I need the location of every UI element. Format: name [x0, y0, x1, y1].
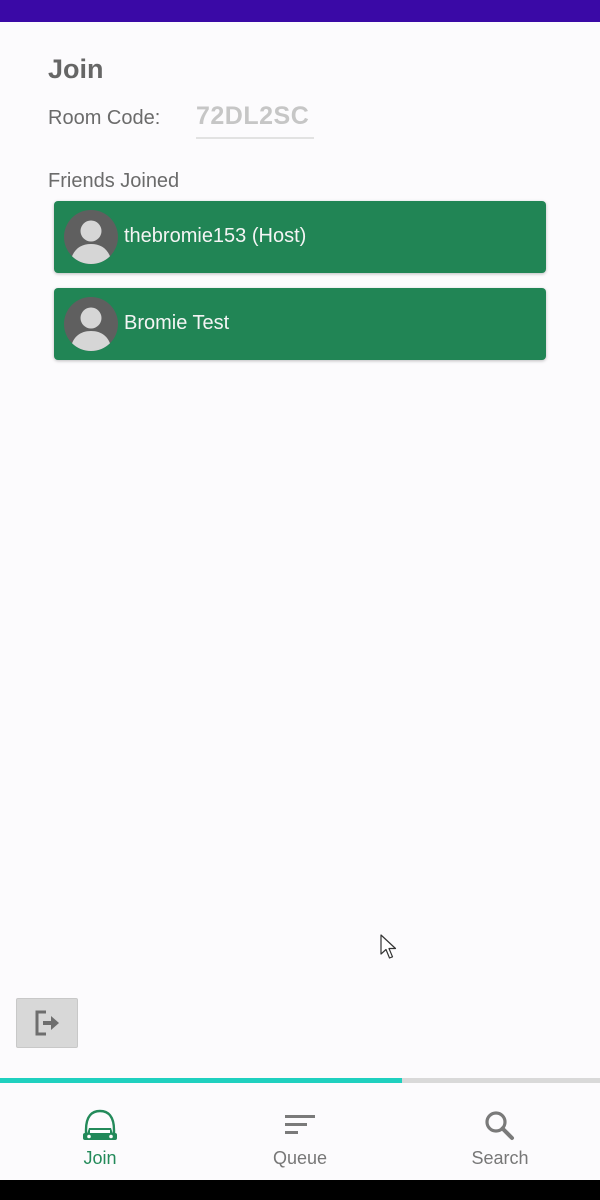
- page-title: Join: [48, 54, 104, 84]
- friend-card[interactable]: thebromie153 (Host): [54, 201, 546, 273]
- progress-bar: [0, 1078, 600, 1083]
- leave-room-button[interactable]: [16, 998, 78, 1048]
- system-navigation-bar: [0, 1180, 600, 1200]
- nav-label-join: Join: [83, 1148, 117, 1168]
- exit-icon: [35, 1010, 59, 1036]
- friend-name: thebromie153 (Host): [124, 225, 307, 247]
- friend-card[interactable]: Bromie Test: [54, 288, 546, 360]
- search-icon: [485, 1111, 514, 1140]
- nav-item-join[interactable]: Join: [0, 1086, 200, 1180]
- progress-fill: [0, 1078, 402, 1083]
- person-icon: [64, 297, 118, 351]
- nav-label-search: Search: [471, 1148, 529, 1168]
- friends-joined-label: Friends Joined: [48, 170, 180, 192]
- bottom-navigation: Join Queue Search: [0, 1086, 600, 1180]
- nav-item-queue[interactable]: Queue: [200, 1086, 400, 1180]
- person-icon: [64, 210, 118, 264]
- nav-item-search[interactable]: Search: [400, 1086, 600, 1180]
- room-code-value[interactable]: 72DL2SC: [196, 102, 314, 139]
- mouse-cursor-icon: [380, 934, 397, 959]
- queue-icon: [285, 1115, 315, 1134]
- nav-label-queue: Queue: [272, 1148, 328, 1168]
- room-code-label: Room Code:: [48, 107, 161, 129]
- status-bar: [0, 0, 600, 22]
- friend-name: Bromie Test: [124, 312, 230, 334]
- car-icon: [83, 1109, 117, 1140]
